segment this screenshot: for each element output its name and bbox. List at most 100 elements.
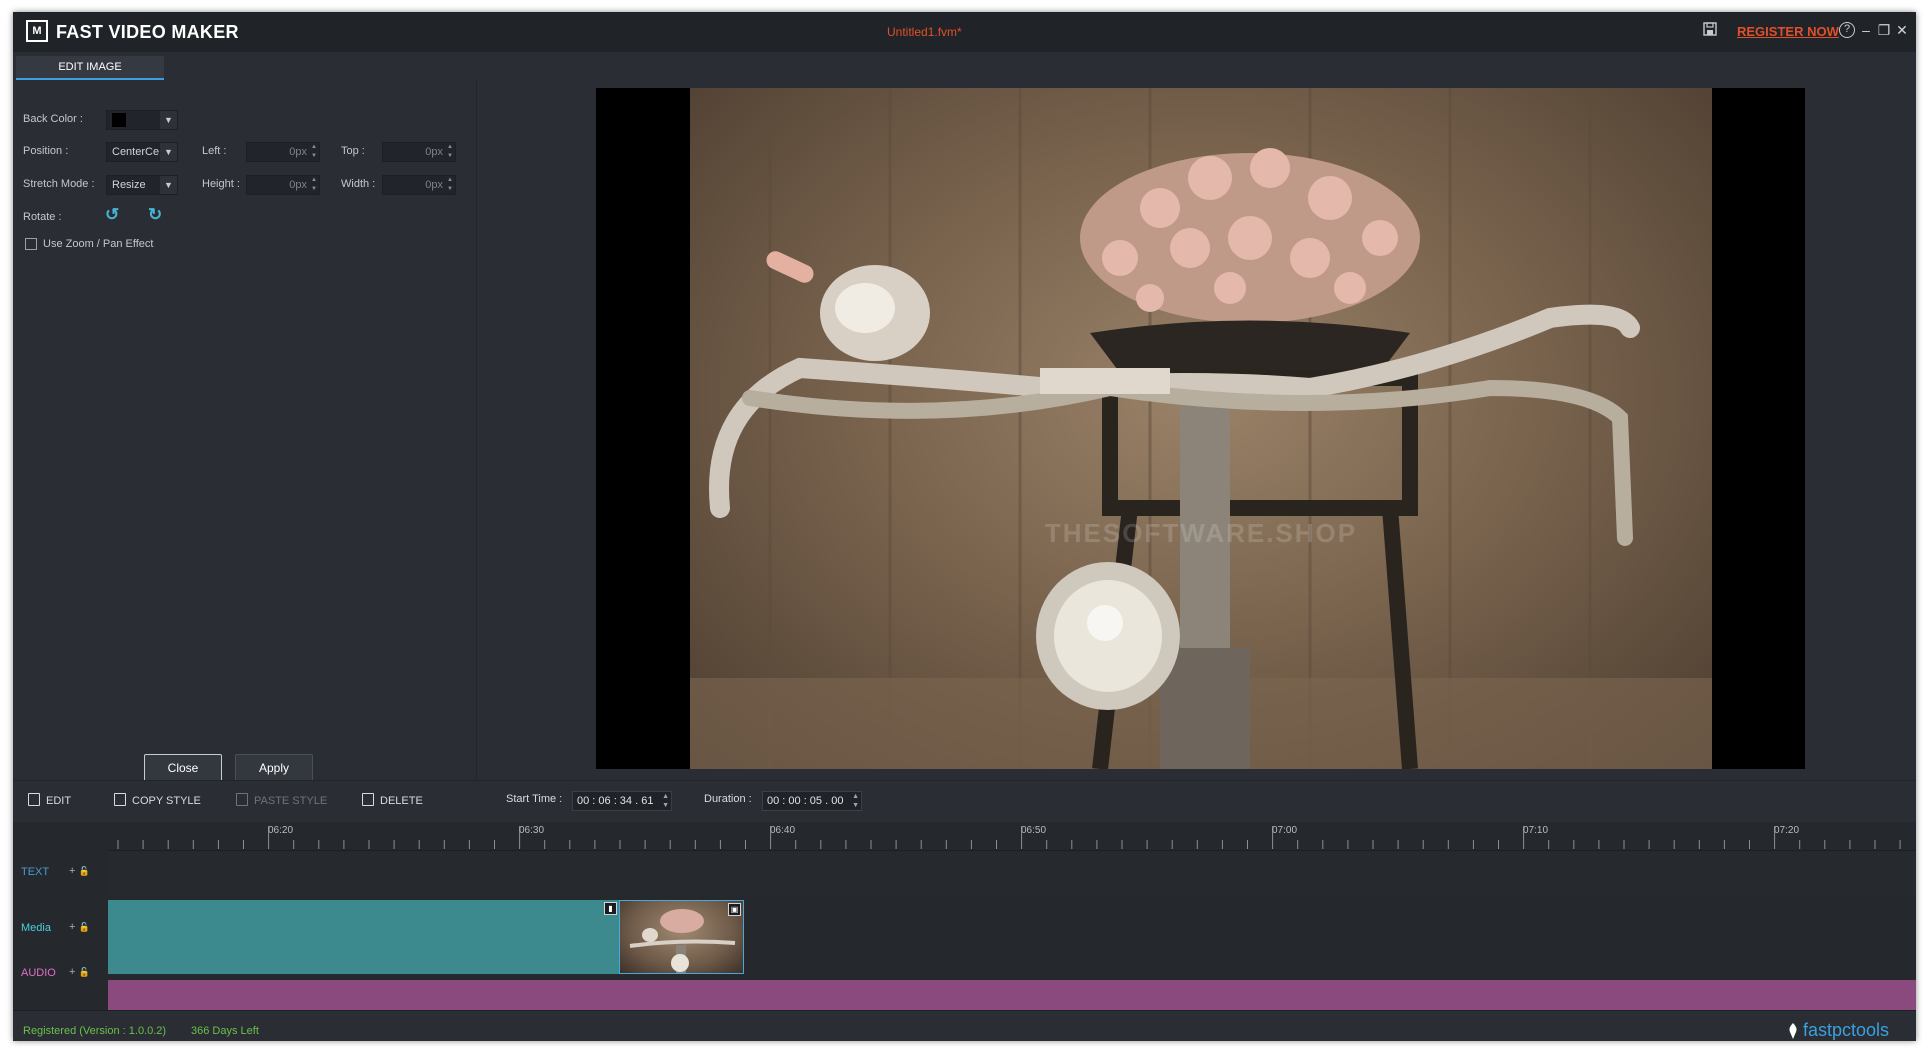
position-label: Position :	[23, 145, 69, 157]
paste-icon	[236, 793, 248, 806]
copy-icon	[114, 793, 126, 806]
edit-label: EDIT	[46, 795, 72, 807]
top-spinner-icon[interactable]: ▲ ▼	[445, 143, 455, 161]
audio-track-controls: + 🔓	[69, 966, 90, 978]
register-now-link[interactable]: REGISTER NOW	[1737, 24, 1839, 39]
lock-icon[interactable]: 🔓	[79, 967, 90, 977]
media-clip[interactable]: ▮	[108, 900, 619, 974]
width-input[interactable]: 0px ▲ ▼	[382, 175, 456, 195]
lock-icon[interactable]: 🔓	[79, 922, 90, 932]
position-value: CenterCe	[112, 146, 160, 158]
audio-clip[interactable]	[108, 980, 1916, 1010]
brand-logo-icon	[1789, 1023, 1797, 1039]
media-clip-selected[interactable]: ▣	[619, 900, 744, 974]
text-track[interactable]	[108, 852, 1916, 896]
height-label: Height :	[202, 178, 240, 190]
width-spinner-icon[interactable]: ▲ ▼	[445, 176, 455, 194]
preview-image: THESOFTWARE.SHOP	[690, 88, 1712, 769]
add-icon[interactable]: +	[69, 921, 75, 933]
pencil-icon	[28, 793, 40, 806]
back-color-swatch	[112, 113, 126, 127]
days-left: 366 Days Left	[191, 1025, 259, 1037]
width-value: 0px	[425, 179, 443, 191]
zoom-pan-checkbox[interactable]	[25, 238, 37, 250]
help-icon[interactable]: ?	[1839, 22, 1855, 38]
apply-button[interactable]: Apply	[235, 754, 313, 782]
copy-style-label: COPY STYLE	[132, 795, 201, 807]
top-value: 0px	[425, 146, 443, 158]
start-time-label: Start Time :	[506, 793, 563, 805]
tick-label: 07:10	[1523, 825, 1549, 836]
file-title: Untitled1.fvm*	[887, 25, 962, 39]
delete-button[interactable]: DELETE	[362, 793, 423, 807]
status-bar	[13, 1010, 1916, 1041]
back-color-picker[interactable]: ▼	[106, 110, 178, 130]
stretch-mode-value: Resize	[112, 179, 146, 191]
maximize-icon[interactable]: ❐	[1875, 20, 1893, 40]
duration-value: 00 : 00 : 05 . 00	[767, 795, 844, 807]
top-input[interactable]: 0px ▲ ▼	[382, 142, 456, 162]
title-bar: M FAST VIDEO MAKER Untitled1.fvm* REGIST…	[13, 12, 1916, 52]
ruler-ticks	[117, 826, 1901, 849]
timeline[interactable]: 06:20 06:30 06:40 06:50 07:00 07:10 07:2…	[13, 822, 1916, 1010]
left-label: Left :	[202, 145, 227, 157]
image-icon: ▣	[728, 903, 741, 916]
text-track-label: TEXT	[21, 866, 50, 878]
width-label: Width :	[341, 178, 376, 190]
rotate-right-icon[interactable]: ↻	[148, 205, 162, 225]
add-icon[interactable]: +	[69, 966, 75, 978]
media-track-controls: + 🔓	[69, 921, 90, 933]
brand-name: fastpctools	[1803, 1020, 1890, 1040]
height-value: 0px	[289, 179, 307, 191]
start-time-input[interactable]: 00 : 06 : 34 . 61 ▲ ▼	[572, 791, 672, 811]
preview-frame: THESOFTWARE.SHOP	[596, 88, 1805, 769]
start-time-spinner-icon[interactable]: ▲ ▼	[662, 792, 669, 810]
height-input[interactable]: 0px ▲ ▼	[246, 175, 320, 195]
rotate-left-icon[interactable]: ↺	[105, 205, 119, 225]
add-icon[interactable]: +	[69, 865, 75, 877]
tick-label: 06:40	[770, 825, 796, 836]
top-label: Top :	[341, 145, 365, 157]
registration-status: Registered (Version : 1.0.0.2)	[23, 1025, 167, 1037]
close-icon[interactable]: ✕	[1893, 20, 1911, 40]
delete-label: DELETE	[380, 795, 423, 807]
watermark-text: THESOFTWARE.SHOP	[1044, 518, 1358, 548]
left-input[interactable]: 0px ▲ ▼	[246, 142, 320, 162]
rotate-label: Rotate :	[23, 211, 62, 223]
close-button[interactable]: Close	[144, 754, 222, 782]
app-window: M FAST VIDEO MAKER Untitled1.fvm* REGIST…	[13, 12, 1916, 1041]
left-value: 0px	[289, 146, 307, 158]
tick-label: 06:50	[1021, 825, 1047, 836]
tick-label: 06:30	[519, 825, 545, 836]
chevron-down-icon: ▼	[160, 143, 177, 161]
minimize-icon[interactable]: –	[1857, 20, 1875, 40]
lock-icon[interactable]: 🔓	[79, 866, 90, 876]
tab-edit-image[interactable]: EDIT IMAGE	[16, 56, 164, 80]
paste-style-button[interactable]: PASTE STYLE	[236, 793, 327, 807]
chevron-down-icon: ▼	[160, 111, 177, 129]
film-icon: ▮	[604, 902, 617, 915]
stretch-mode-select[interactable]: Resize ▼	[106, 175, 178, 195]
height-spinner-icon[interactable]: ▲ ▼	[309, 176, 319, 194]
chevron-down-icon: ▼	[160, 176, 177, 194]
clip-toolbar: EDIT COPY STYLE PASTE STYLE DELETE Start…	[13, 780, 1916, 821]
duration-label: Duration :	[704, 793, 752, 805]
trash-icon	[362, 793, 374, 806]
edit-image-panel: Back Color : ▼ Position : CenterCe ▼ Lef…	[13, 80, 477, 782]
duration-spinner-icon[interactable]: ▲ ▼	[852, 792, 859, 810]
copy-style-button[interactable]: COPY STYLE	[114, 793, 201, 807]
back-color-label: Back Color :	[23, 113, 83, 125]
left-spinner-icon[interactable]: ▲ ▼	[309, 143, 319, 161]
tick-label: 07:00	[1272, 825, 1298, 836]
audio-track-label: AUDIO	[21, 967, 56, 979]
position-select[interactable]: CenterCe ▼	[106, 142, 178, 162]
bicycle-photo	[690, 88, 1712, 769]
duration-input[interactable]: 00 : 00 : 05 . 00 ▲ ▼	[762, 791, 862, 811]
timeline-ruler[interactable]: 06:20 06:30 06:40 06:50 07:00 07:10 07:2…	[108, 822, 1916, 851]
stretch-mode-label: Stretch Mode :	[23, 178, 95, 190]
zoom-pan-label: Use Zoom / Pan Effect	[43, 238, 154, 250]
save-icon[interactable]	[1703, 22, 1717, 36]
app-title: FAST VIDEO MAKER	[56, 22, 239, 42]
edit-button[interactable]: EDIT	[28, 793, 71, 807]
paste-style-label: PASTE STYLE	[254, 795, 328, 807]
